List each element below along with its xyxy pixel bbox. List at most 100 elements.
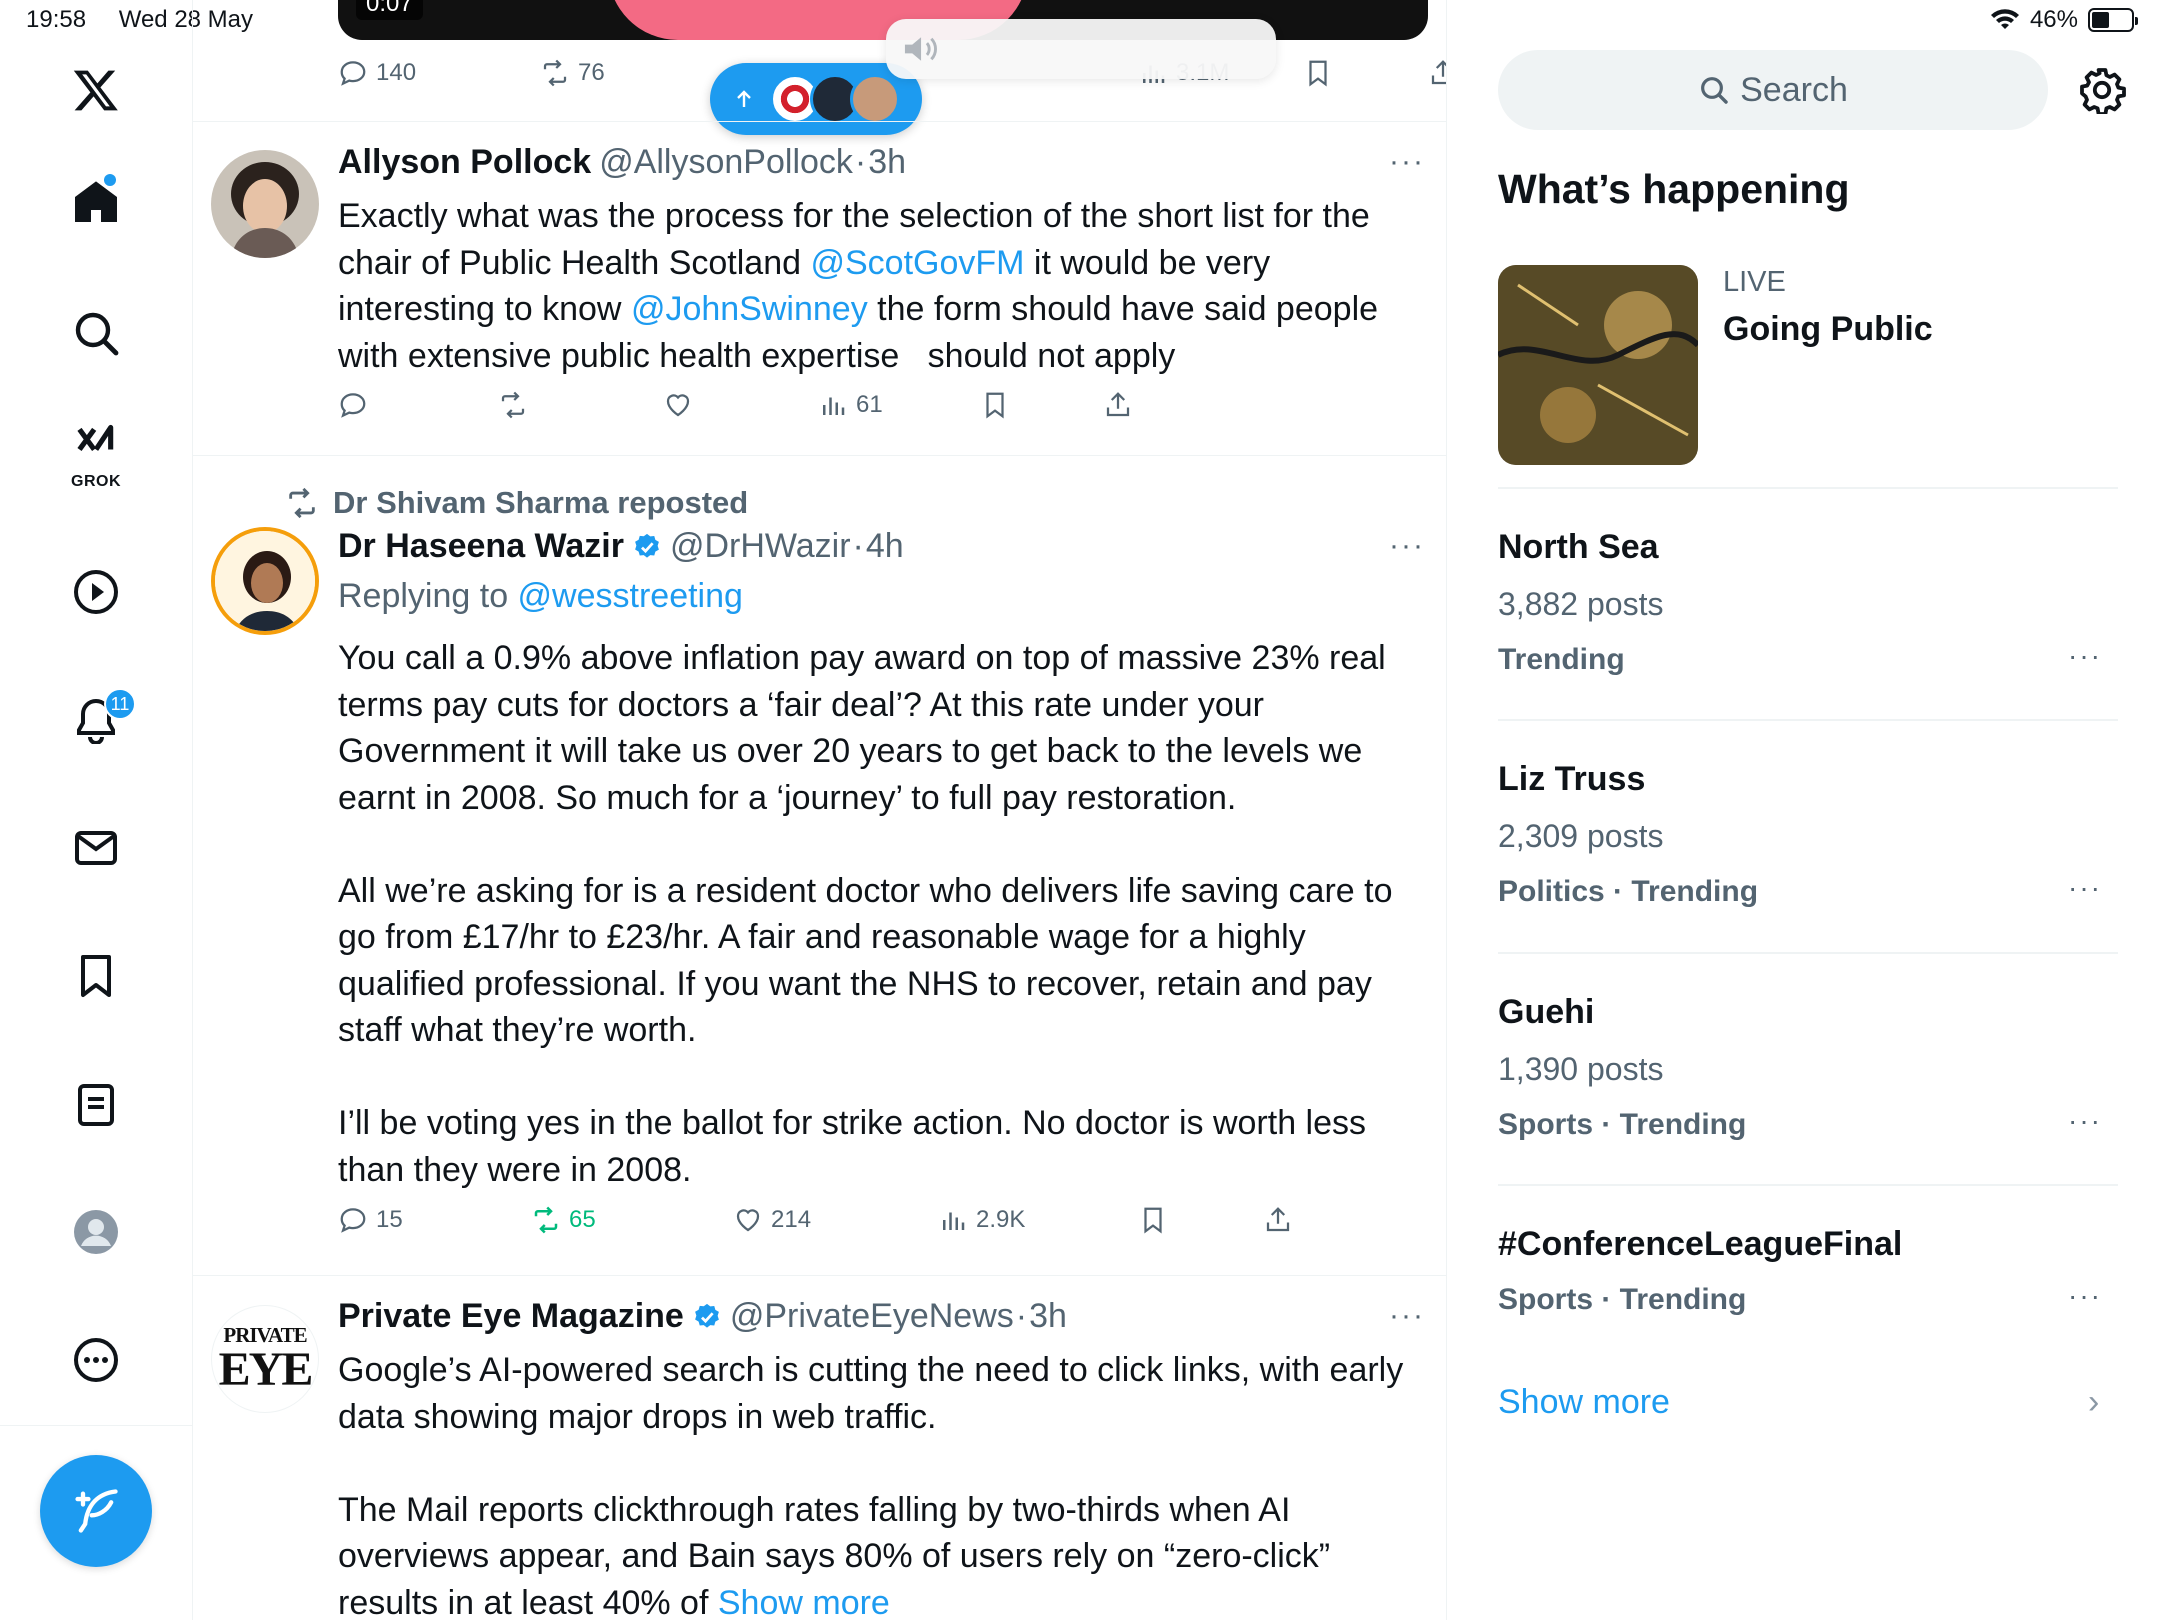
avatar[interactable] (211, 527, 319, 635)
show-more-trends-link[interactable]: Show more (1498, 1383, 1670, 1422)
avatar[interactable]: PRIVATE EYE (211, 1305, 319, 1413)
profile-avatar-icon[interactable] (46, 1182, 146, 1282)
trend-more-button[interactable]: ··· (2068, 1280, 2102, 1312)
like-button[interactable] (663, 390, 693, 420)
explore-search-icon[interactable] (46, 283, 146, 383)
compose-post-button[interactable] (40, 1455, 152, 1567)
bookmark-button[interactable] (980, 390, 1010, 420)
live-event-title[interactable]: Going Public (1723, 310, 1933, 349)
mention-link[interactable]: @JohnSwinney (631, 290, 868, 328)
trend-more-button[interactable]: ··· (2068, 640, 2102, 672)
trend-item[interactable]: Guehi 1,390 posts Sports · Trending ··· (1498, 993, 2118, 1183)
post-time: 4h (865, 527, 904, 565)
share-button[interactable] (1263, 1205, 1293, 1235)
settings-gear-icon[interactable] (2078, 66, 2126, 114)
text-line: I’ll be voting yes in the ballot for str… (338, 1104, 1367, 1142)
trend-category: Trending (1498, 643, 1625, 676)
text-segment: chair of Public Health Scotland (338, 243, 811, 282)
text-line: qualified professional. If you want the … (338, 964, 1372, 1003)
reposted-by[interactable]: Dr Shivam Sharma reposted (333, 485, 748, 521)
show-more-link[interactable]: Show more (718, 1584, 890, 1620)
views-button[interactable]: 2.9K (938, 1205, 1025, 1235)
share-icon (1431, 60, 1446, 85)
like-button[interactable]: 214 (733, 1205, 811, 1235)
mention-link[interactable]: @ScotGovFM (810, 244, 1024, 282)
trend-item[interactable]: Liz Truss 2,309 posts Politics · Trendin… (1498, 760, 2118, 950)
repost-context: Dr Shivam Sharma reposted (285, 485, 748, 521)
video-play-icon[interactable] (46, 542, 146, 642)
trend-name: North Sea (1498, 528, 1659, 566)
more-options-icon[interactable] (46, 1310, 146, 1410)
views-button[interactable]: 61 (818, 390, 883, 420)
post-time: 3h (868, 143, 907, 181)
avatar[interactable] (211, 150, 319, 258)
text-line: staff what they’re worth. (338, 1011, 697, 1049)
chevron-right-icon[interactable]: › (2088, 1383, 2099, 1422)
post-haseena-wazir[interactable]: Dr Shivam Sharma reposted Dr Haseena Waz… (193, 455, 1446, 1275)
views-count: 61 (856, 391, 883, 418)
author-handle[interactable]: @DrHWazir (670, 527, 851, 566)
text-line: Exactly what was the process for the sel… (338, 197, 1370, 235)
lists-icon[interactable] (46, 1055, 146, 1155)
text-line: go from £17/hr to £23/hr. A fair and rea… (338, 918, 1306, 956)
trend-more-button[interactable]: ··· (2068, 1105, 2102, 1137)
reply-button[interactable]: 140 (338, 58, 416, 88)
text-segment: interesting to know (338, 290, 631, 328)
trend-item[interactable]: #ConferenceLeagueFinal Sports · Trending… (1498, 1225, 2118, 1345)
author-name[interactable]: Private Eye Magazine (338, 1297, 684, 1336)
post-header: Allyson Pollock @AllysonPollock · 3h (338, 143, 906, 182)
author-name[interactable]: Dr Haseena Wazir (338, 527, 624, 566)
verified-badge-icon (694, 1303, 719, 1328)
messages-mail-icon[interactable] (46, 798, 146, 898)
text-line: chair of Public Health Scotland @ScotGov… (338, 240, 1428, 287)
repost-button[interactable] (498, 390, 528, 420)
trend-item[interactable]: North Sea 3,882 posts Trending ··· (1498, 528, 2118, 718)
live-event-thumbnail[interactable] (1498, 265, 1698, 465)
right-sidebar: Search What’s happening LIVE Going Publi… (1448, 0, 2160, 1620)
text-line: The Mail reports clickthrough rates fall… (338, 1490, 1291, 1529)
share-button[interactable] (1428, 58, 1446, 88)
compose-feather-icon (75, 1489, 118, 1533)
post-actions: 61 (338, 390, 1338, 430)
post-more-button[interactable]: ··· (1389, 1299, 1425, 1333)
author-handle[interactable]: @PrivateEyeNews (730, 1297, 1014, 1336)
reply-button[interactable] (338, 390, 368, 420)
repost-button[interactable]: 65 (531, 1205, 596, 1235)
repost-icon (534, 1206, 558, 1234)
post-private-eye[interactable]: PRIVATE EYE Private Eye Magazine @Privat… (193, 1275, 1446, 1620)
header-dot: · (1015, 1297, 1028, 1335)
left-nav: GROK 11 (0, 0, 193, 1620)
sidebar-divider (1498, 719, 2118, 721)
reply-button[interactable]: 15 (338, 1205, 403, 1235)
share-button[interactable] (1103, 390, 1133, 420)
heart-icon (666, 394, 690, 417)
author-name[interactable]: Allyson Pollock (338, 143, 591, 182)
notifications-bell-icon[interactable]: 11 (46, 670, 146, 770)
video-timestamp: 0:07 (356, 0, 423, 20)
reply-count: 15 (376, 1206, 403, 1233)
search-input[interactable]: Search (1498, 50, 2048, 130)
post-more-button[interactable]: ··· (1389, 529, 1425, 563)
x-logo-icon[interactable] (46, 40, 146, 140)
trend-post-count: 2,309 posts (1498, 818, 1664, 854)
bookmark-button[interactable] (1303, 58, 1333, 88)
reply-count: 140 (376, 59, 417, 86)
home-new-indicator (104, 174, 116, 186)
repost-button[interactable]: 76 (540, 58, 605, 88)
post-allyson-pollock[interactable]: Allyson Pollock @AllysonPollock · 3h ··· E… (193, 121, 1446, 455)
bookmarks-icon[interactable] (46, 926, 146, 1026)
bookmark-button[interactable] (1138, 1205, 1168, 1235)
author-handle[interactable]: @AllysonPollock (599, 143, 853, 182)
text-segment: it would be very (1024, 243, 1271, 282)
reply-icon (340, 393, 366, 418)
replying-to-link[interactable]: @wesstreeting (518, 577, 743, 615)
trend-post-count: 1,390 posts (1498, 1051, 1664, 1087)
repost-count: 76 (578, 59, 605, 86)
post-more-button[interactable]: ··· (1389, 145, 1425, 179)
trend-more-button[interactable]: ··· (2068, 872, 2102, 904)
main-feed: 0:07 140 76 3.1M (193, 0, 1447, 1620)
home-icon[interactable] (46, 152, 146, 252)
text-line: Google’s AI-powered search is cutting th… (338, 1351, 1404, 1389)
grok-icon[interactable]: GROK (46, 405, 146, 505)
whats-happening-title: What’s happening (1498, 166, 1850, 212)
